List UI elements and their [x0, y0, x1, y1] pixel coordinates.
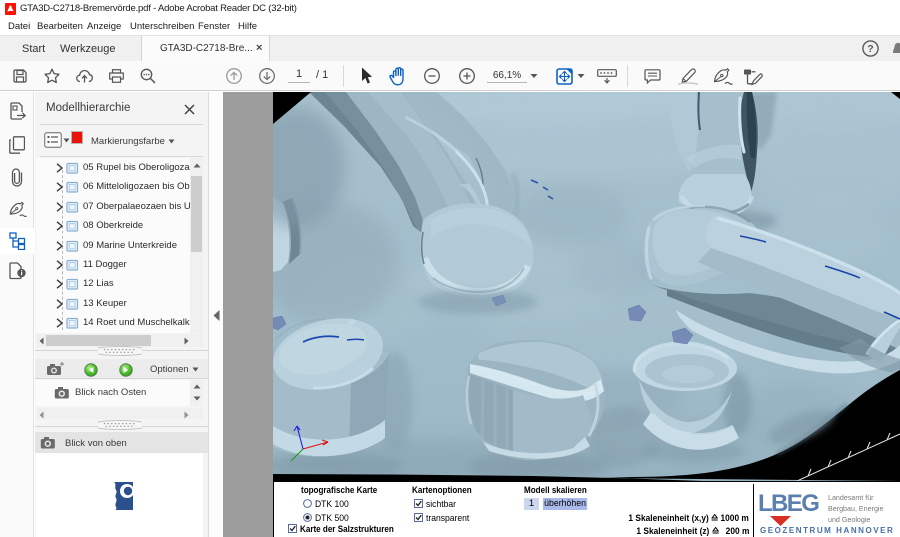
svg-text:?: ?: [867, 43, 873, 55]
